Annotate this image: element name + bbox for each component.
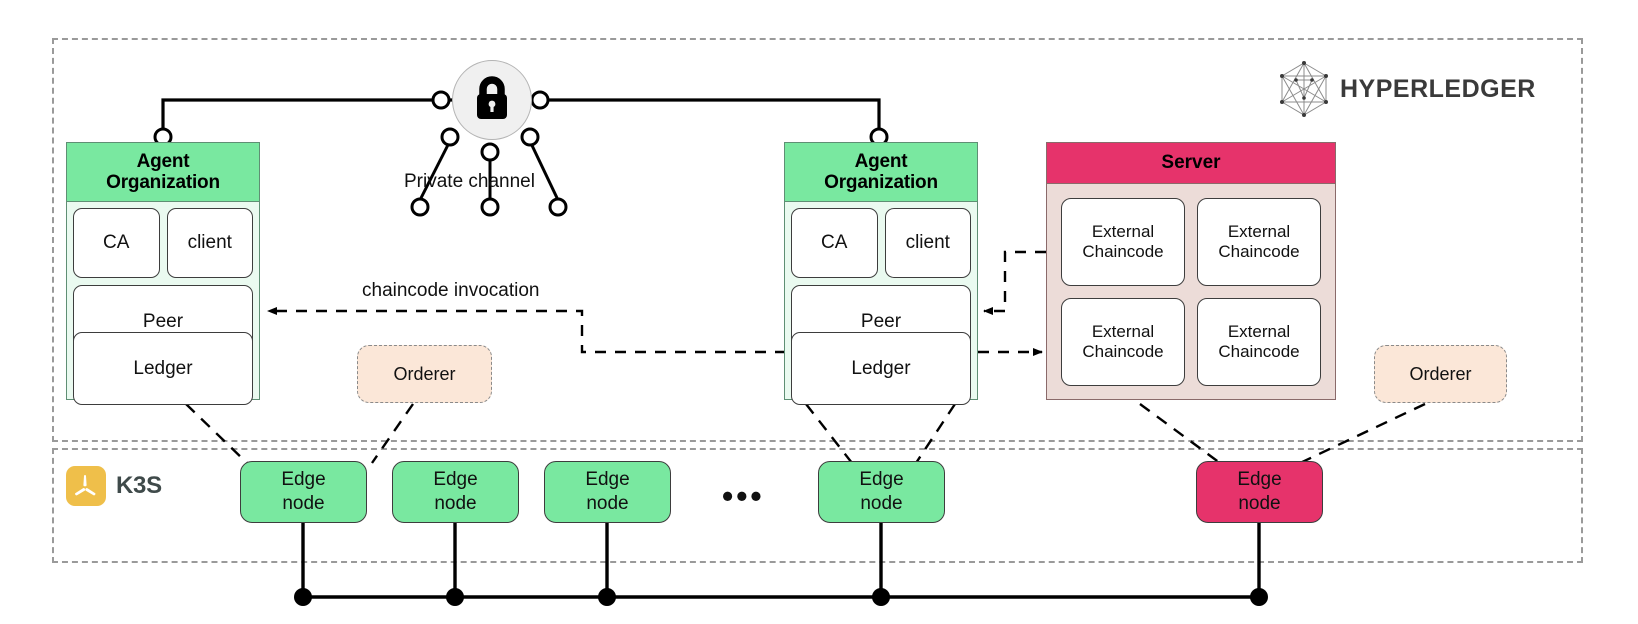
edge-node-5[interactable]: Edge node [1196, 461, 1323, 523]
external-chaincode-3-line2: Chaincode [1082, 342, 1164, 361]
server-title: Server [1047, 143, 1335, 184]
hyperledger-network-icon [1280, 61, 1328, 117]
org-right-ca[interactable]: CA [791, 208, 878, 278]
edge-node-2[interactable]: Edge node [392, 461, 519, 523]
external-chaincode-4[interactable]: External Chaincode [1197, 298, 1321, 386]
diagram-canvas: Private channel Agent Organization CA cl… [0, 0, 1638, 624]
padlock-glyph [477, 76, 507, 119]
k3s-propeller-glyph [74, 475, 96, 496]
external-chaincode-3-line1: External [1091, 321, 1155, 341]
org-left-peer-ledger: Peer Ledger [73, 285, 253, 405]
edge-nodes-ellipsis: ••• [722, 478, 765, 514]
edge-node-5-line1: Edge [1237, 469, 1282, 491]
edge-node-3-line1: Edge [585, 469, 630, 491]
k3s-logo: K3S [66, 466, 162, 506]
org-right-title: Agent Organization [785, 143, 977, 202]
external-chaincode-2[interactable]: External Chaincode [1197, 198, 1321, 286]
edge-node-1[interactable]: Edge node [240, 461, 367, 523]
k3s-propeller-icon [66, 466, 106, 506]
org-left-body: CA client Peer Ledger [67, 202, 259, 411]
edge-node-2-line2: node [434, 493, 477, 514]
edge-node-1-line1: Edge [281, 469, 326, 491]
org-right-title-line1: Agent [854, 150, 908, 172]
org-left-ca-client-row: CA client [73, 208, 253, 278]
external-chaincode-3[interactable]: External Chaincode [1061, 298, 1185, 386]
edge-node-5-line2: node [1238, 493, 1281, 514]
edge-node-4-line1: Edge [859, 469, 904, 491]
org-left-title-line2: Organization [106, 172, 220, 193]
agent-organization-left[interactable]: Agent Organization CA client Peer Ledger [66, 142, 260, 405]
external-chaincode-1-line1: External [1091, 221, 1155, 241]
external-chaincode-4-line1: External [1227, 321, 1291, 341]
org-left-title: Agent Organization [67, 143, 259, 202]
edge-node-3[interactable]: Edge node [544, 461, 671, 523]
org-right-title-line2: Organization [824, 172, 938, 193]
org-right-ca-client-row: CA client [791, 208, 971, 278]
org-left-title-line1: Agent [136, 150, 190, 172]
org-left-ledger[interactable]: Ledger [73, 332, 253, 405]
hyperledger-wordmark: HYPERLEDGER [1340, 74, 1536, 103]
org-right-ledger[interactable]: Ledger [791, 332, 971, 405]
orderer-right[interactable]: Orderer [1374, 345, 1507, 403]
chaincode-invocation-label: chaincode invocation [362, 280, 540, 301]
k3s-wordmark: K3S [116, 472, 162, 499]
org-right-client[interactable]: client [884, 208, 971, 278]
external-chaincode-1[interactable]: External Chaincode [1061, 198, 1185, 286]
padlock-icon [452, 60, 532, 140]
org-right-body: CA client Peer Ledger [785, 202, 977, 411]
orderer-left[interactable]: Orderer [357, 345, 492, 403]
edge-node-2-line1: Edge [433, 469, 478, 491]
edge-node-3-line2: node [586, 493, 629, 514]
edge-node-4[interactable]: Edge node [818, 461, 945, 523]
agent-organization-right[interactable]: Agent Organization CA client Peer Ledger [784, 142, 978, 405]
external-chaincode-2-line1: External [1227, 221, 1291, 241]
external-chaincode-1-line2: Chaincode [1082, 242, 1164, 261]
external-chaincode-4-line2: Chaincode [1218, 342, 1300, 361]
edge-node-1-line2: node [282, 493, 325, 514]
org-left-client[interactable]: client [166, 208, 253, 278]
edge-node-4-line2: node [860, 493, 903, 514]
server-card[interactable]: Server External Chaincode External Chain… [1046, 142, 1336, 400]
org-right-peer-ledger: Peer Ledger [791, 285, 971, 405]
org-left-ca[interactable]: CA [73, 208, 160, 278]
hyperledger-logo: HYPERLEDGER [1278, 60, 1536, 118]
external-chaincode-2-line2: Chaincode [1218, 242, 1300, 261]
private-channel-label: Private channel [404, 171, 535, 192]
server-chaincode-grid: External Chaincode External Chaincode Ex… [1047, 184, 1335, 400]
